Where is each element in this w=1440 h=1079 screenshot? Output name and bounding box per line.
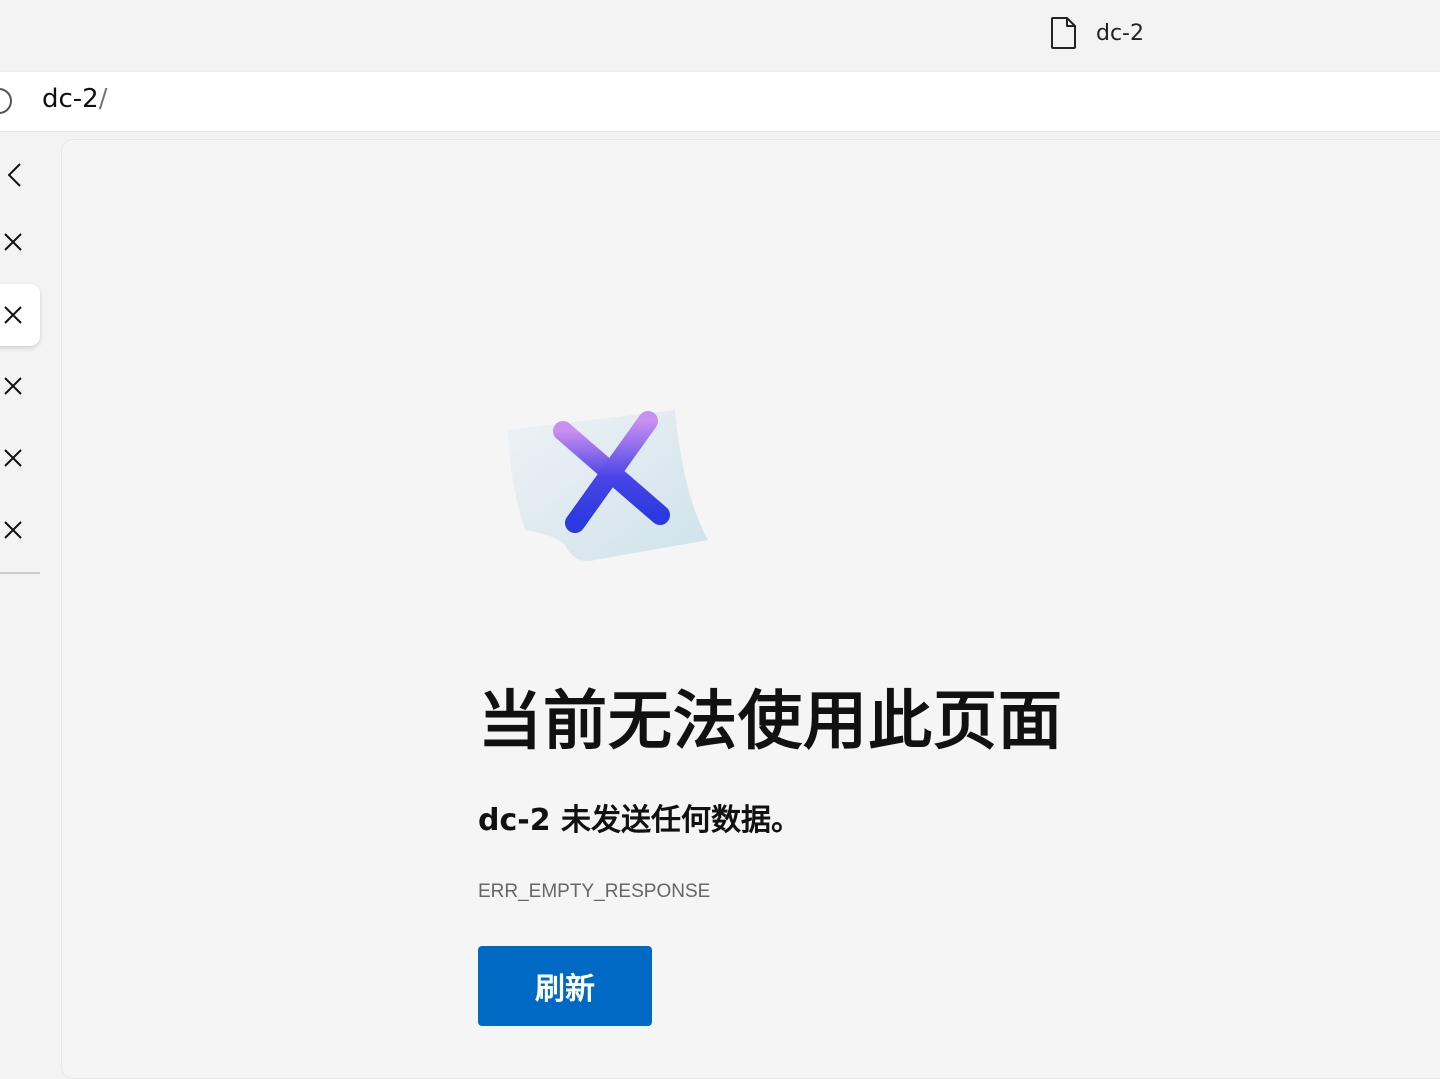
close-icon bbox=[4, 377, 22, 395]
close-icon bbox=[4, 233, 22, 251]
back-icon bbox=[8, 163, 21, 187]
close-icon bbox=[4, 306, 22, 324]
address-bar[interactable]: dc-2/ bbox=[0, 72, 1440, 132]
browser-tab[interactable]: dc-2 bbox=[1050, 16, 1144, 50]
sidebar-close-button[interactable] bbox=[0, 499, 40, 561]
error-title: 当前无法使用此页面 bbox=[478, 685, 1063, 759]
refresh-button[interactable]: 刷新 bbox=[478, 946, 652, 1026]
tab-title: dc-2 bbox=[1096, 20, 1144, 46]
url-path: / bbox=[98, 84, 108, 114]
close-icon bbox=[4, 521, 22, 539]
document-icon bbox=[1051, 17, 1076, 49]
sidebar-close-button[interactable] bbox=[0, 355, 40, 417]
url-text[interactable]: dc-2/ bbox=[42, 84, 108, 114]
sidebar-back-button[interactable] bbox=[0, 144, 40, 206]
error-illustration-icon bbox=[508, 410, 708, 561]
site-info-icon[interactable] bbox=[0, 88, 12, 114]
sidebar-close-button[interactable] bbox=[0, 427, 40, 489]
title-bar: dc-2 bbox=[0, 0, 1440, 70]
page-content bbox=[61, 139, 1440, 1079]
error-message: dc-2 未发送任何数据。 bbox=[478, 803, 802, 838]
sidebar-close-button[interactable] bbox=[0, 211, 40, 273]
sidebar bbox=[0, 134, 60, 1056]
sidebar-divider bbox=[0, 572, 40, 574]
sidebar-close-button-active[interactable] bbox=[0, 284, 40, 346]
url-host: dc-2 bbox=[42, 84, 99, 114]
close-icon bbox=[4, 449, 22, 467]
error-code: ERR_EMPTY_RESPONSE bbox=[478, 881, 711, 902]
